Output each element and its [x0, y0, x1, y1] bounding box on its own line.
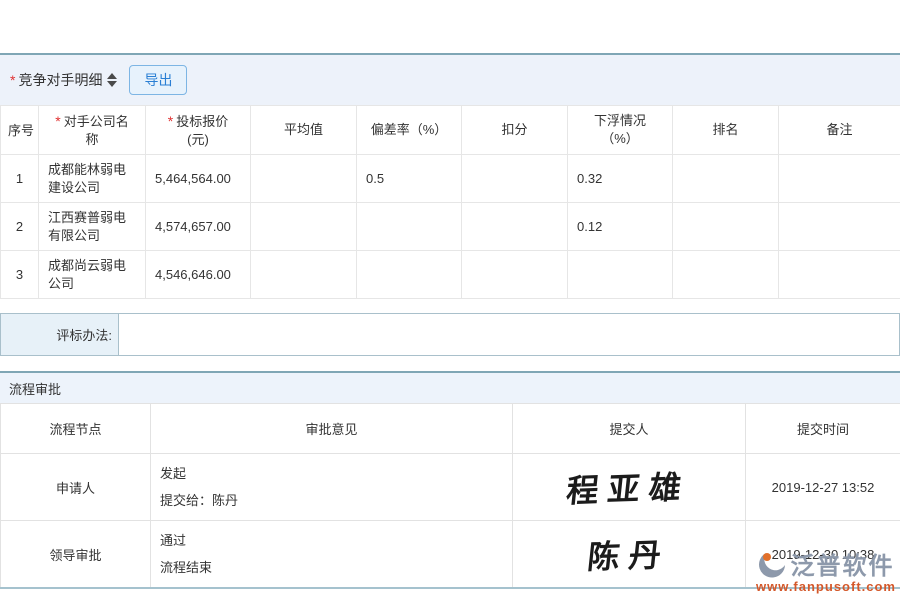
approval-section-title: 流程审批 — [9, 379, 61, 398]
approval-opinion: 发起 提交给：陈丹 — [151, 454, 513, 521]
cell-float-down — [568, 251, 673, 299]
submitter-cell: 程亚雄 — [513, 454, 746, 521]
evaluation-method-label: 评标办法: — [1, 314, 119, 355]
cell-company-name: 江西赛普弱电有限公司 — [39, 203, 146, 251]
cell-deviation-rate: 0.5 — [357, 155, 462, 203]
column-header-float-down: 下浮情况 （%） — [568, 106, 673, 155]
cell-bid-price: 5,464,564.00 — [146, 155, 251, 203]
required-mark: * — [10, 72, 15, 88]
column-header-submit-time: 提交时间 — [746, 404, 900, 454]
spinner-down-icon[interactable] — [107, 81, 117, 87]
column-header-note: 备注 — [779, 106, 900, 155]
column-header-company: *对手公司名 称 — [39, 106, 146, 155]
cell-no: 3 — [1, 251, 39, 299]
submitter-cell: 陈丹 — [513, 521, 746, 588]
cell-float-down: 0.12 — [568, 203, 673, 251]
column-header-deviation-rate: 偏差率（%） — [357, 106, 462, 155]
column-header-bid-price: *投标报价 (元) — [146, 106, 251, 155]
cell-deduction — [462, 251, 568, 299]
flow-node: 申请人 — [1, 454, 151, 521]
cell-no: 2 — [1, 203, 39, 251]
cell-company-name: 成都能林弱电建设公司 — [39, 155, 146, 203]
bottom-divider — [0, 587, 900, 589]
cell-rank — [673, 203, 779, 251]
cell-note — [779, 155, 900, 203]
opinion-line: 通过 — [160, 527, 512, 554]
cell-average — [251, 203, 357, 251]
evaluation-method-row: 评标办法: — [0, 313, 900, 356]
cell-note — [779, 251, 900, 299]
cell-average — [251, 251, 357, 299]
table-row: 2 江西赛普弱电有限公司 4,574,657.00 0.12 — [1, 203, 900, 251]
cell-deviation-rate — [357, 251, 462, 299]
cell-company-name: 成都尚云弱电公司 — [39, 251, 146, 299]
approval-row: 申请人 发起 提交给：陈丹 程亚雄 2019-12-27 13:52 — [1, 454, 900, 521]
column-header-submitter: 提交人 — [513, 404, 746, 454]
required-mark: * — [55, 113, 60, 129]
column-header-flow-node: 流程节点 — [1, 404, 151, 454]
cell-bid-price: 4,546,646.00 — [146, 251, 251, 299]
table-row: 1 成都能林弱电建设公司 5,464,564.00 0.5 0.32 — [1, 155, 900, 203]
approval-row: 领导审批 通过 流程结束 陈丹 2019-12-30 10:38 — [1, 521, 900, 588]
competitor-table-header-row: 序号 *对手公司名 称 *投标报价 (元) 平均值 偏差率（%） 扣分 下浮情况… — [1, 106, 900, 155]
approval-opinion: 通过 流程结束 — [151, 521, 513, 588]
approval-table: 流程节点 审批意见 提交人 提交时间 申请人 发起 提交给：陈丹 程亚雄 201… — [0, 403, 900, 588]
approval-table-header-row: 流程节点 审批意见 提交人 提交时间 — [1, 404, 900, 454]
opinion-line: 流程结束 — [160, 554, 512, 581]
submit-time: 2019-12-30 10:38 — [746, 521, 900, 588]
cell-deduction — [462, 203, 568, 251]
cell-rank — [673, 155, 779, 203]
signature-image: 陈丹 — [585, 530, 672, 579]
column-header-approval-opinion: 审批意见 — [151, 404, 513, 454]
cell-bid-price: 4,574,657.00 — [146, 203, 251, 251]
cell-deviation-rate — [357, 203, 462, 251]
export-button[interactable]: 导出 — [129, 65, 187, 95]
column-header-average: 平均值 — [251, 106, 357, 155]
sort-spinner-icon[interactable] — [107, 73, 117, 87]
opinion-line: 发起 — [160, 460, 512, 487]
cell-deduction — [462, 155, 568, 203]
column-header-rank: 排名 — [673, 106, 779, 155]
opinion-line: 提交给：陈丹 — [160, 487, 512, 514]
cell-average — [251, 155, 357, 203]
competitor-detail-toolbar: * 竞争对手明细 导出 — [0, 55, 900, 105]
competitor-table: 序号 *对手公司名 称 *投标报价 (元) 平均值 偏差率（%） 扣分 下浮情况… — [0, 105, 900, 299]
cell-no: 1 — [1, 155, 39, 203]
approval-section-header: 流程审批 — [0, 371, 900, 403]
signature-image: 程亚雄 — [565, 462, 693, 512]
spinner-up-icon[interactable] — [107, 73, 117, 79]
table-row: 3 成都尚云弱电公司 4,546,646.00 — [1, 251, 900, 299]
section-title-competitor-detail: 竞争对手明细 — [18, 70, 102, 90]
submit-time: 2019-12-27 13:52 — [746, 454, 900, 521]
cell-float-down: 0.32 — [568, 155, 673, 203]
column-header-no: 序号 — [1, 106, 39, 155]
column-header-deduction: 扣分 — [462, 106, 568, 155]
cell-note — [779, 203, 900, 251]
flow-node: 领导审批 — [1, 521, 151, 588]
required-mark: * — [168, 113, 173, 129]
evaluation-method-field[interactable] — [119, 314, 899, 355]
cell-rank — [673, 251, 779, 299]
